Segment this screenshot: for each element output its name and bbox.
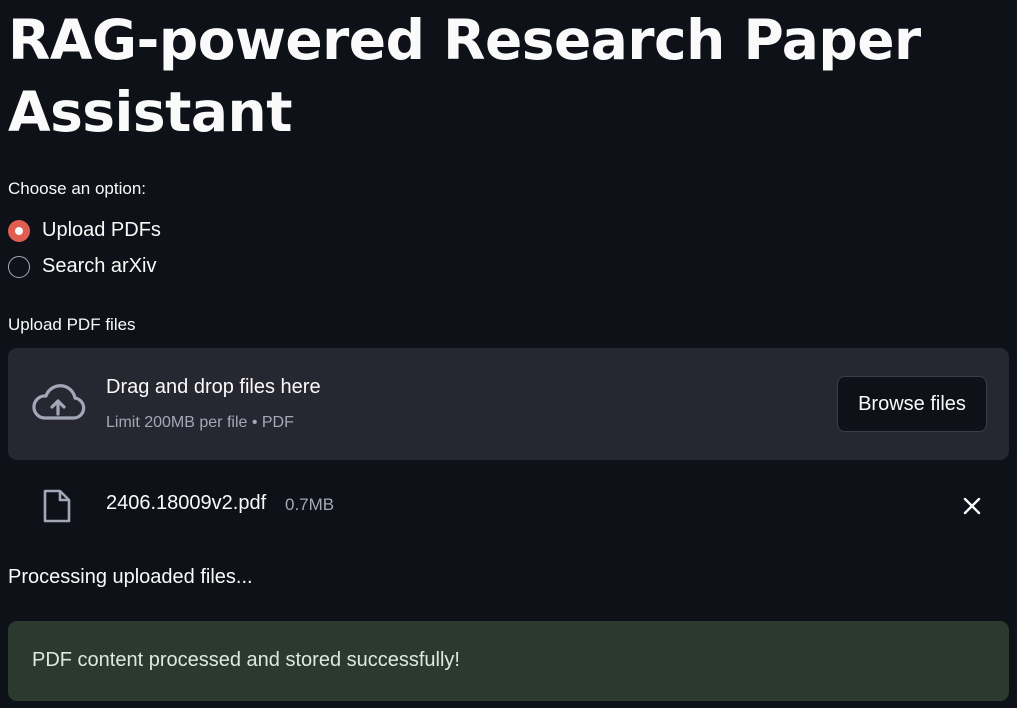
radio-upload-pdfs[interactable]: Upload PDFs — [8, 219, 161, 242]
page-title: RAG-powered Research Paper Assistant — [8, 8, 921, 144]
options-label: Choose an option: — [8, 179, 146, 198]
remove-file-close-icon[interactable] — [958, 492, 986, 520]
radio-search-arxiv[interactable]: Search arXiv — [8, 255, 157, 278]
success-message: PDF content processed and stored success… — [32, 649, 460, 671]
dropzone-limit-text: Limit 200MB per file • PDF — [106, 414, 294, 431]
processing-status: Processing uploaded files... — [8, 566, 253, 588]
file-name: 2406.18009v2.pdf — [106, 492, 267, 514]
radio-upload-pdfs-label: Upload PDFs — [42, 219, 161, 241]
radio-selected-icon[interactable] — [8, 219, 30, 242]
file-icon — [43, 489, 71, 523]
radio-unselected-icon[interactable] — [8, 255, 30, 278]
upload-label: Upload PDF files — [8, 315, 136, 334]
browse-files-button[interactable]: Browse files — [837, 376, 987, 432]
success-alert: PDF content processed and stored success… — [8, 621, 1009, 701]
cloud-upload-icon — [32, 384, 86, 420]
file-size: 0.7MB — [285, 495, 335, 514]
radio-search-arxiv-label: Search arXiv — [42, 255, 157, 277]
file-dropzone[interactable]: Drag and drop files here Limit 200MB per… — [8, 348, 1009, 460]
uploaded-file-row: 2406.18009v2.pdf 0.7MB — [8, 478, 1009, 530]
dropzone-instructions: Drag and drop files here — [106, 376, 321, 398]
